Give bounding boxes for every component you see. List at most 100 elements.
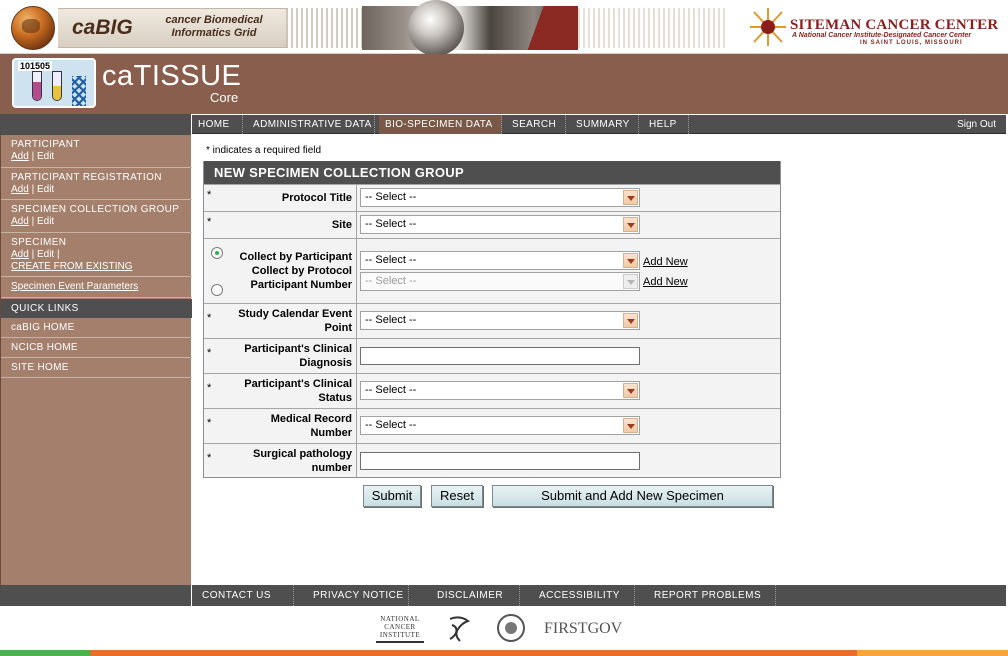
create-from-existing-link[interactable]: CREATE FROM EXISTING — [11, 261, 133, 272]
footer-logos: NATIONAL CANCER INSTITUTE FIRSTGOV — [0, 606, 1008, 650]
scg-add-link[interactable]: Add — [11, 216, 29, 227]
study-calendar-value: -- Select -- — [365, 314, 417, 326]
separator: | — [31, 216, 35, 227]
row-medical-record: * Medical Record Number -- Select -- — [204, 408, 780, 443]
nav-help[interactable]: HELP — [643, 115, 689, 134]
cabig-tagline: cancer Biomedical Informatics Grid — [160, 14, 268, 40]
separator: | — [56, 249, 60, 260]
banner-stripes — [286, 8, 362, 48]
sign-out-link[interactable]: Sign Out — [957, 115, 996, 134]
sidebar-title-specimen: SPECIMEN — [11, 237, 67, 248]
cabig-logo-text: caBIG — [72, 16, 133, 39]
scg-edit-link[interactable]: Edit — [37, 216, 54, 227]
app-title: caTISSUE — [102, 60, 242, 92]
participant-number-select[interactable]: -- Select -- — [360, 272, 640, 291]
submit-button[interactable]: Submit — [363, 485, 421, 507]
select-arrow-icon — [623, 383, 638, 398]
study-calendar-label-2: Point — [324, 322, 353, 334]
footer-contact-us[interactable]: CONTACT US — [192, 585, 294, 606]
required-marker: * — [207, 189, 212, 201]
sidebar-title-scg: SPECIMEN COLLECTION GROUP — [11, 204, 180, 215]
footer-accessibility[interactable]: ACCESSIBILITY — [529, 585, 635, 606]
required-marker: * — [207, 347, 212, 359]
nav-home[interactable]: HOME — [192, 115, 243, 134]
footer-report-problems[interactable]: REPORT PROBLEMS — [644, 585, 776, 606]
select-arrow-icon — [623, 313, 638, 328]
firstgov-logo[interactable]: FIRSTGOV — [544, 620, 622, 638]
quick-link-cabig-home[interactable]: caBIG HOME — [1, 318, 192, 338]
clinical-diagnosis-input[interactable] — [360, 347, 640, 365]
quick-link-ncicb-home[interactable]: NCICB HOME — [1, 338, 192, 358]
specimen-event-parameters-link[interactable]: Specimen Event Parameters — [11, 281, 138, 292]
footer-disclaimer[interactable]: DISCLAIMER — [427, 585, 520, 606]
registration-add-link[interactable]: Add — [11, 184, 29, 195]
test-tubes-icon — [32, 71, 42, 101]
submit-add-new-specimen-button[interactable]: Submit and Add New Specimen — [492, 485, 773, 507]
row-collect-by: Collect by Participant Collect by Protoc… — [204, 238, 780, 303]
select-arrow-icon — [623, 274, 638, 289]
surgical-pathology-label: Surgical pathology — [252, 448, 352, 460]
study-calendar-label: Study Calendar Event — [238, 308, 352, 320]
site-select[interactable]: -- Select -- — [360, 215, 640, 234]
label-cell: * Site — [204, 212, 357, 238]
nih-seal-icon[interactable] — [497, 614, 525, 642]
banner-accent — [522, 6, 578, 50]
logo-id: 101505 — [18, 61, 53, 71]
footer-privacy-notice[interactable]: PRIVACY NOTICE — [303, 585, 409, 606]
required-marker: * — [207, 452, 212, 464]
siteman-location: IN SAINT LOUIS, MISSOURI — [860, 40, 963, 46]
row-clinical-status: * Participant's Clinical Status -- Selec… — [204, 373, 780, 408]
medical-record-label-2: Number — [310, 427, 352, 439]
label-cell: * Medical Record Number — [204, 409, 357, 443]
clinical-diagnosis-label-2: Diagnosis — [299, 357, 352, 369]
quick-link-site-home[interactable]: SITE HOME — [1, 358, 192, 378]
participant-value: -- Select -- — [365, 254, 417, 266]
clinical-status-select[interactable]: -- Select -- — [360, 381, 640, 400]
row-protocol-title: * Protocol Title -- Select -- — [204, 184, 780, 211]
app-subtitle: Core — [210, 90, 239, 105]
quick-links-header: QUICK LINKS — [1, 299, 192, 318]
siteman-subtitle: A National Cancer Institute-Designated C… — [792, 32, 972, 39]
separator: | — [31, 184, 35, 195]
reset-button[interactable]: Reset — [431, 485, 483, 507]
cabig-tagline-line2: Informatics Grid — [171, 27, 257, 39]
footer-left-bar — [0, 585, 191, 606]
specimen-edit-link[interactable]: Edit — [37, 249, 54, 260]
nav-summary[interactable]: SUMMARY — [570, 115, 639, 134]
protocol-title-select[interactable]: -- Select -- — [360, 188, 640, 207]
catissue-logo: 101505 — [12, 58, 96, 108]
sidebar-top-bar — [0, 114, 191, 135]
select-arrow-icon — [623, 418, 638, 433]
test-tube-icon — [52, 71, 62, 101]
scg-form: NEW SPECIMEN COLLECTION GROUP * Protocol… — [203, 161, 781, 478]
clinical-status-value: -- Select -- — [365, 384, 417, 396]
siteman-logo-icon — [750, 8, 786, 46]
select-arrow-icon — [623, 253, 638, 268]
surgical-pathology-input[interactable] — [360, 452, 640, 470]
participant-select[interactable]: -- Select -- — [360, 251, 640, 270]
hhs-logo-icon[interactable] — [446, 615, 472, 643]
add-new-participant-link[interactable]: Add New — [643, 256, 688, 268]
nci-logo[interactable]: NATIONAL CANCER INSTITUTE — [376, 615, 424, 643]
registration-edit-link[interactable]: Edit — [37, 184, 54, 195]
required-marker: * — [207, 417, 212, 429]
footer-nav: CONTACT US PRIVACY NOTICE DISCLAIMER ACC… — [192, 585, 1006, 606]
collect-by-participant-radio[interactable] — [211, 247, 223, 259]
participant-number-label: Participant Number — [250, 279, 352, 291]
participant-add-link[interactable]: Add — [11, 151, 29, 162]
add-new-participant-number-link[interactable]: Add New — [643, 276, 688, 288]
select-arrow-icon — [623, 190, 638, 205]
nav-bio-specimen-data[interactable]: BIO-SPECIMEN DATA — [379, 115, 502, 134]
medical-record-select[interactable]: -- Select -- — [360, 416, 640, 435]
specimen-add-link[interactable]: Add — [11, 249, 29, 260]
nav-search[interactable]: SEARCH — [506, 115, 566, 134]
sidebar-links-participant: Add | Edit — [11, 151, 182, 163]
separator: | — [31, 249, 35, 260]
nav-administrative-data[interactable]: ADMINISTRATIVE DATA — [247, 115, 375, 134]
sidebar-links-specimen-2: CREATE FROM EXISTING — [11, 261, 182, 273]
study-calendar-select[interactable]: -- Select -- — [360, 311, 640, 330]
sidebar-event-parameters: Specimen Event Parameters — [1, 277, 192, 298]
sidebar-specimen: SPECIMEN Add | Edit | CREATE FROM EXISTI… — [1, 233, 192, 277]
collect-by-protocol-radio[interactable] — [211, 284, 223, 296]
participant-edit-link[interactable]: Edit — [37, 151, 54, 162]
